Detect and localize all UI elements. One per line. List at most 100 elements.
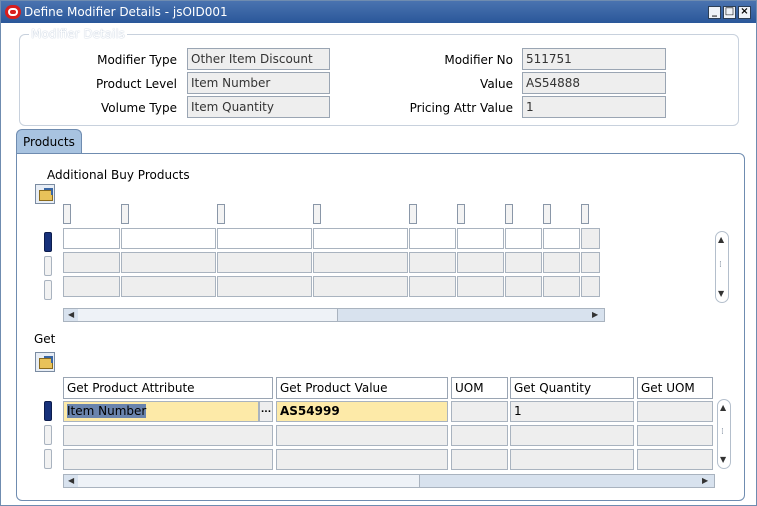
modifier-type-label: Modifier Type: [97, 53, 177, 67]
arrow-left-icon[interactable]: ◀: [68, 310, 74, 319]
get-grid-cell[interactable]: [510, 449, 634, 470]
get-product-value-field[interactable]: AS54999: [276, 401, 448, 422]
scroll-grip-icon: ⁞: [721, 427, 724, 437]
scrollbar-thumb[interactable]: [78, 309, 338, 321]
buy-grid-cell[interactable]: [581, 252, 600, 273]
get-uom-field[interactable]: [637, 401, 713, 422]
row-indicator-active[interactable]: [44, 401, 52, 421]
get-quantity-field[interactable]: 1: [510, 401, 634, 422]
buy-grid-cell[interactable]: [409, 228, 456, 249]
buy-grid-cell[interactable]: [313, 276, 408, 297]
row-indicator[interactable]: [44, 449, 52, 469]
get-grid-cell[interactable]: [637, 449, 713, 470]
get-grid-cell[interactable]: [276, 449, 448, 470]
buy-grid-cell[interactable]: [313, 228, 408, 249]
get-product-attribute-field[interactable]: Item Number: [63, 401, 259, 422]
buy-grid-cell[interactable]: [63, 276, 120, 297]
buy-grid-cell[interactable]: [543, 276, 580, 297]
get-grid-cell[interactable]: [276, 425, 448, 446]
value-field[interactable]: AS54888: [522, 72, 666, 94]
maximize-icon[interactable]: □: [723, 6, 736, 19]
buy-grid-cell[interactable]: [217, 228, 312, 249]
buy-grid-horizontal-scrollbar[interactable]: ◀ ▶: [63, 308, 605, 322]
arrow-right-icon[interactable]: ▶: [702, 476, 708, 485]
pricing-attr-value-field[interactable]: 1: [522, 96, 666, 118]
buy-grid-cell[interactable]: [543, 228, 580, 249]
modifier-no-field[interactable]: 511751: [522, 48, 666, 70]
minimize-icon[interactable]: _: [708, 6, 721, 19]
open-folder-icon[interactable]: [35, 184, 55, 204]
column-header-uom[interactable]: UOM: [451, 377, 508, 399]
uom-field[interactable]: [451, 401, 508, 422]
buy-grid-cell[interactable]: [581, 276, 600, 297]
column-header-stub[interactable]: [121, 204, 129, 224]
column-header-stub[interactable]: [543, 204, 551, 224]
product-level-field[interactable]: Item Number: [187, 72, 330, 94]
title-bar[interactable]: Define Modifier Details - jsOID001 _ □ ×: [1, 1, 756, 23]
value-label: Value: [480, 77, 513, 91]
buy-grid-cell[interactable]: [217, 252, 312, 273]
volume-type-label: Volume Type: [100, 101, 177, 115]
buy-grid-cell[interactable]: [217, 276, 312, 297]
additional-buy-products-label: Additional Buy Products: [47, 168, 190, 182]
buy-grid-cell[interactable]: [505, 276, 542, 297]
get-grid-cell[interactable]: [451, 449, 508, 470]
window-title: Define Modifier Details - jsOID001: [24, 5, 228, 19]
row-indicator[interactable]: [44, 425, 52, 445]
get-grid-horizontal-scrollbar[interactable]: ◀ ▶: [63, 474, 715, 488]
tab-products[interactable]: Products: [16, 129, 82, 154]
buy-grid-cell[interactable]: [581, 228, 600, 249]
get-grid-vertical-scrollbar[interactable]: ▲ ⁞ ▼: [717, 399, 731, 469]
arrow-up-icon[interactable]: ▲: [718, 235, 724, 244]
arrow-down-icon[interactable]: ▼: [720, 455, 726, 464]
column-header-stub[interactable]: [457, 204, 465, 224]
buy-grid-cell[interactable]: [121, 228, 216, 249]
arrow-left-icon[interactable]: ◀: [68, 476, 74, 485]
row-indicator[interactable]: [44, 280, 52, 300]
buy-grid-cell[interactable]: [121, 252, 216, 273]
open-folder-icon[interactable]: [35, 352, 55, 372]
arrow-up-icon[interactable]: ▲: [720, 403, 726, 412]
buy-grid-cell[interactable]: [313, 252, 408, 273]
column-header-stub[interactable]: [581, 204, 589, 224]
column-header-stub[interactable]: [217, 204, 225, 224]
get-label: Get: [34, 332, 56, 346]
column-header-stub[interactable]: [313, 204, 321, 224]
list-of-values-button[interactable]: ...: [259, 401, 273, 422]
scrollbar-thumb[interactable]: [78, 475, 420, 487]
get-grid-cell[interactable]: [637, 425, 713, 446]
buy-grid-cell[interactable]: [121, 276, 216, 297]
arrow-down-icon[interactable]: ▼: [718, 289, 724, 298]
close-icon[interactable]: ×: [738, 6, 751, 19]
buy-grid-vertical-scrollbar[interactable]: ▲ ⁞ ▼: [715, 231, 729, 303]
modifier-type-field[interactable]: Other Item Discount: [187, 48, 330, 70]
product-level-label: Product Level: [95, 77, 177, 91]
buy-grid-cell[interactable]: [457, 228, 504, 249]
scroll-grip-icon: ⁞: [719, 260, 722, 270]
buy-grid-cell[interactable]: [457, 276, 504, 297]
buy-grid-cell[interactable]: [63, 228, 120, 249]
row-indicator-active[interactable]: [44, 232, 52, 252]
volume-type-field[interactable]: Item Quantity: [187, 96, 330, 118]
buy-grid-cell[interactable]: [543, 252, 580, 273]
get-grid-cell[interactable]: [63, 425, 273, 446]
buy-grid-cell[interactable]: [505, 228, 542, 249]
column-header-get-quantity[interactable]: Get Quantity: [510, 377, 634, 399]
buy-grid-cell[interactable]: [409, 276, 456, 297]
get-grid-cell[interactable]: [451, 425, 508, 446]
row-indicator[interactable]: [44, 256, 52, 276]
column-header-stub[interactable]: [409, 204, 417, 224]
buy-grid-cell[interactable]: [409, 252, 456, 273]
get-grid-cell[interactable]: [63, 449, 273, 470]
arrow-right-icon[interactable]: ▶: [592, 310, 598, 319]
column-header-stub[interactable]: [63, 204, 71, 224]
column-header-get-product-attribute[interactable]: Get Product Attribute: [63, 377, 273, 399]
get-grid-cell[interactable]: [510, 425, 634, 446]
column-header-get-uom[interactable]: Get UOM: [637, 377, 713, 399]
buy-grid-cell[interactable]: [457, 252, 504, 273]
column-header-stub[interactable]: [505, 204, 513, 224]
column-header-get-product-value[interactable]: Get Product Value: [276, 377, 448, 399]
buy-grid-cell[interactable]: [63, 252, 120, 273]
get-product-attribute-value: Item Number: [67, 404, 147, 418]
buy-grid-cell[interactable]: [505, 252, 542, 273]
